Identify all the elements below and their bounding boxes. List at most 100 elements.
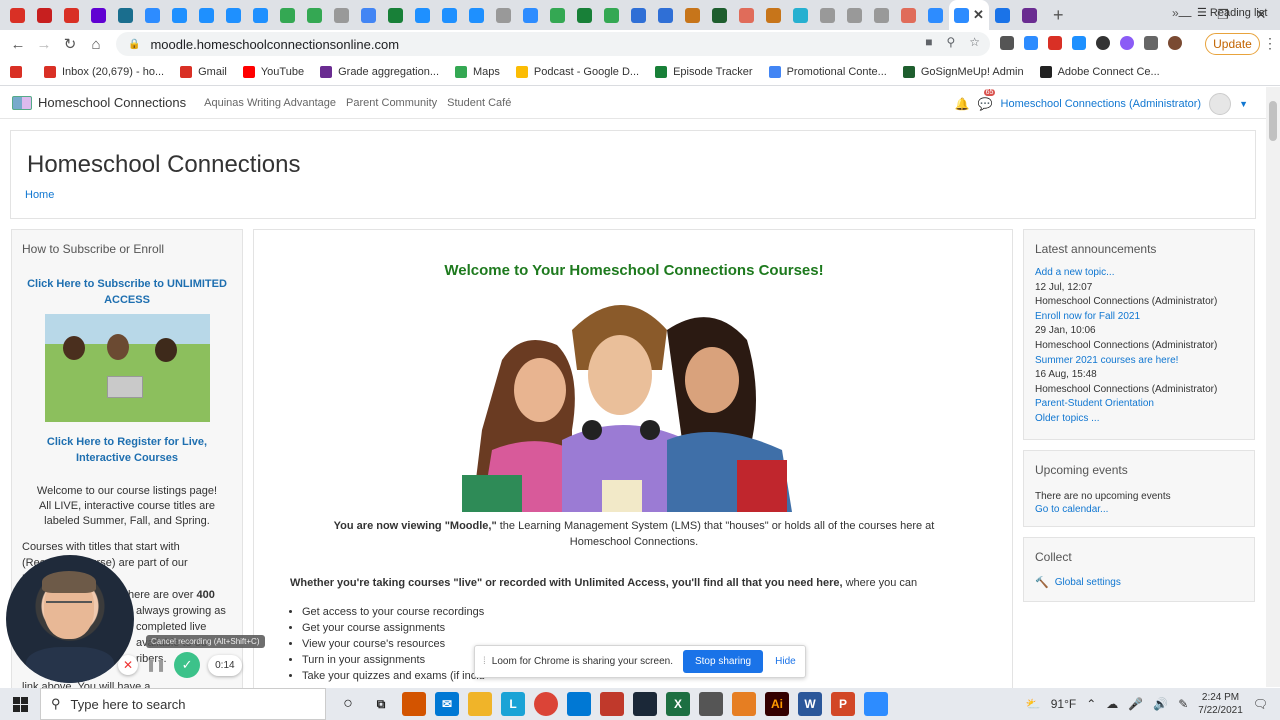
breadcrumb-home[interactable]: Home xyxy=(25,189,54,201)
bookmark-item[interactable]: Grade aggregation... xyxy=(320,65,439,78)
brand-link[interactable]: Homeschool Connections xyxy=(12,95,186,110)
browser-tab[interactable] xyxy=(733,0,760,30)
notifications-icon[interactable]: 🗨 xyxy=(1253,697,1268,711)
snip-icon[interactable] xyxy=(732,692,756,716)
browser-tab-active[interactable]: ✕ xyxy=(949,0,989,30)
browser-tab[interactable] xyxy=(193,0,220,30)
extension-cloud-icon[interactable] xyxy=(1072,36,1086,50)
extension-adobe-icon[interactable] xyxy=(1048,36,1062,50)
browser-tab[interactable] xyxy=(679,0,706,30)
browser-tab[interactable] xyxy=(868,0,895,30)
zoom-icon[interactable]: ⚲ xyxy=(946,35,955,49)
camera-icon[interactable]: ■ xyxy=(925,35,932,49)
tray-chevron-icon[interactable]: ⌃ xyxy=(1086,697,1096,711)
bookmark-item[interactable]: Adobe Connect Ce... xyxy=(1039,65,1160,78)
browser-tab[interactable] xyxy=(58,0,85,30)
browser-tab[interactable] xyxy=(4,0,31,30)
zoom-app-icon[interactable] xyxy=(864,692,888,716)
extension-zoom-icon[interactable] xyxy=(1024,36,1038,50)
browser-tab[interactable] xyxy=(652,0,679,30)
home-icon[interactable]: ⌂ xyxy=(83,36,109,53)
app-icon[interactable] xyxy=(402,692,426,716)
pause-icon[interactable]: ❚❚ xyxy=(146,658,166,672)
browser-tab[interactable] xyxy=(922,0,949,30)
browser-tab[interactable] xyxy=(490,0,517,30)
browser-tab[interactable] xyxy=(895,0,922,30)
excel-icon[interactable]: X xyxy=(666,692,690,716)
drag-handle-icon[interactable]: ⁞ xyxy=(483,656,486,667)
file-explorer-icon[interactable] xyxy=(468,692,492,716)
browser-tab[interactable] xyxy=(355,0,382,30)
address-bar[interactable]: 🔒 moodle.homeschoolconnectionsonline.com… xyxy=(116,32,990,56)
older-topics-link[interactable]: Older topics ... xyxy=(1035,412,1243,427)
bookmark-item[interactable]: Maps xyxy=(455,65,500,78)
speaker-icon[interactable]: 🔊 xyxy=(1153,697,1168,711)
bookmark-item[interactable]: YouTube xyxy=(242,65,304,78)
go-to-calendar-link[interactable]: Go to calendar... xyxy=(1024,504,1254,525)
reload-icon[interactable]: ↻ xyxy=(57,35,83,53)
bookmark-item[interactable]: Inbox (20,679) - ho... xyxy=(44,65,164,78)
cancel-recording-icon[interactable]: ✕ xyxy=(118,655,138,675)
scrollbar-thumb[interactable] xyxy=(1269,101,1277,141)
cortana-icon[interactable]: ○ xyxy=(336,692,360,716)
global-settings-link[interactable]: 🔨 Global settings xyxy=(1024,564,1254,603)
messages-icon[interactable]: 💬 65 xyxy=(978,89,996,111)
add-topic-link[interactable]: Add a new topic... xyxy=(1035,266,1243,281)
announcement-link[interactable]: Enroll now for Fall 2021 xyxy=(1035,310,1243,325)
back-icon[interactable]: ← xyxy=(5,36,31,53)
browser-tab[interactable] xyxy=(139,0,166,30)
browser-tab[interactable] xyxy=(220,0,247,30)
browser-tab[interactable] xyxy=(989,0,1016,30)
windows-start-icon[interactable] xyxy=(0,688,40,720)
nav-link-student-cafe[interactable]: Student Café xyxy=(447,97,511,109)
browser-tab[interactable] xyxy=(328,0,355,30)
browser-tab[interactable] xyxy=(31,0,58,30)
illustrator-icon[interactable]: Ai xyxy=(765,692,789,716)
bookmark-item[interactable] xyxy=(10,65,28,78)
stop-sharing-button[interactable]: Stop sharing xyxy=(682,650,764,673)
page-scrollbar[interactable] xyxy=(1266,87,1280,687)
bookmark-item[interactable]: Episode Tracker xyxy=(655,65,753,78)
profile-avatar-icon[interactable] xyxy=(1168,36,1182,50)
browser-tab[interactable] xyxy=(814,0,841,30)
announcement-link[interactable]: Summer 2021 courses are here! xyxy=(1035,354,1243,369)
browser-tab[interactable] xyxy=(625,0,652,30)
extension-color-icon[interactable] xyxy=(1120,36,1134,50)
user-menu-name[interactable]: Homeschool Connections (Administrator) xyxy=(1001,98,1202,110)
microphone-icon[interactable]: 🎤 xyxy=(1128,697,1143,711)
user-avatar[interactable] xyxy=(1209,93,1232,115)
onedrive-icon[interactable]: ☁ xyxy=(1106,697,1118,711)
announcement-link[interactable]: Parent-Student Orientation xyxy=(1035,397,1243,412)
notifications-bell-icon[interactable]: 🔔 xyxy=(955,97,970,111)
steam-icon[interactable] xyxy=(633,692,657,716)
bookmarks-more-icon[interactable]: » xyxy=(1172,6,1179,20)
subscribe-unlimited-link[interactable]: Click Here to Subscribe to UNLIMITED ACC… xyxy=(12,276,242,308)
bookmark-item[interactable]: Gmail xyxy=(180,65,227,78)
finish-recording-icon[interactable]: ✓ xyxy=(174,652,201,678)
browser-tab[interactable] xyxy=(571,0,598,30)
mail-icon[interactable]: ✉ xyxy=(435,692,459,716)
outlook-icon[interactable] xyxy=(567,692,591,716)
browser-tab[interactable] xyxy=(598,0,625,30)
clock[interactable]: 2:24 PM 7/22/2021 xyxy=(1198,691,1243,717)
app-l-icon[interactable]: L xyxy=(501,692,525,716)
calculator-icon[interactable] xyxy=(699,692,723,716)
extensions-puzzle-icon[interactable] xyxy=(1144,36,1158,50)
nav-link-parent-community[interactable]: Parent Community xyxy=(346,97,437,109)
chrome-icon[interactable] xyxy=(534,692,558,716)
weather-icon[interactable]: ⛅ xyxy=(1026,697,1041,711)
browser-tab[interactable] xyxy=(409,0,436,30)
register-live-link[interactable]: Click Here to Register for Live, Interac… xyxy=(12,434,242,466)
browser-tab[interactable] xyxy=(787,0,814,30)
extension-m-icon[interactable] xyxy=(1096,36,1110,50)
browser-tab[interactable] xyxy=(382,0,409,30)
browser-tab[interactable] xyxy=(247,0,274,30)
browser-tab[interactable] xyxy=(85,0,112,30)
update-button[interactable]: Update xyxy=(1205,33,1260,55)
app-red-icon[interactable] xyxy=(600,692,624,716)
menu-kebab-icon[interactable]: ⋮ xyxy=(1263,35,1277,52)
browser-tab[interactable] xyxy=(517,0,544,30)
browser-tab[interactable] xyxy=(274,0,301,30)
browser-tab[interactable] xyxy=(760,0,787,30)
nav-link-aquinas[interactable]: Aquinas Writing Advantage xyxy=(204,97,336,109)
